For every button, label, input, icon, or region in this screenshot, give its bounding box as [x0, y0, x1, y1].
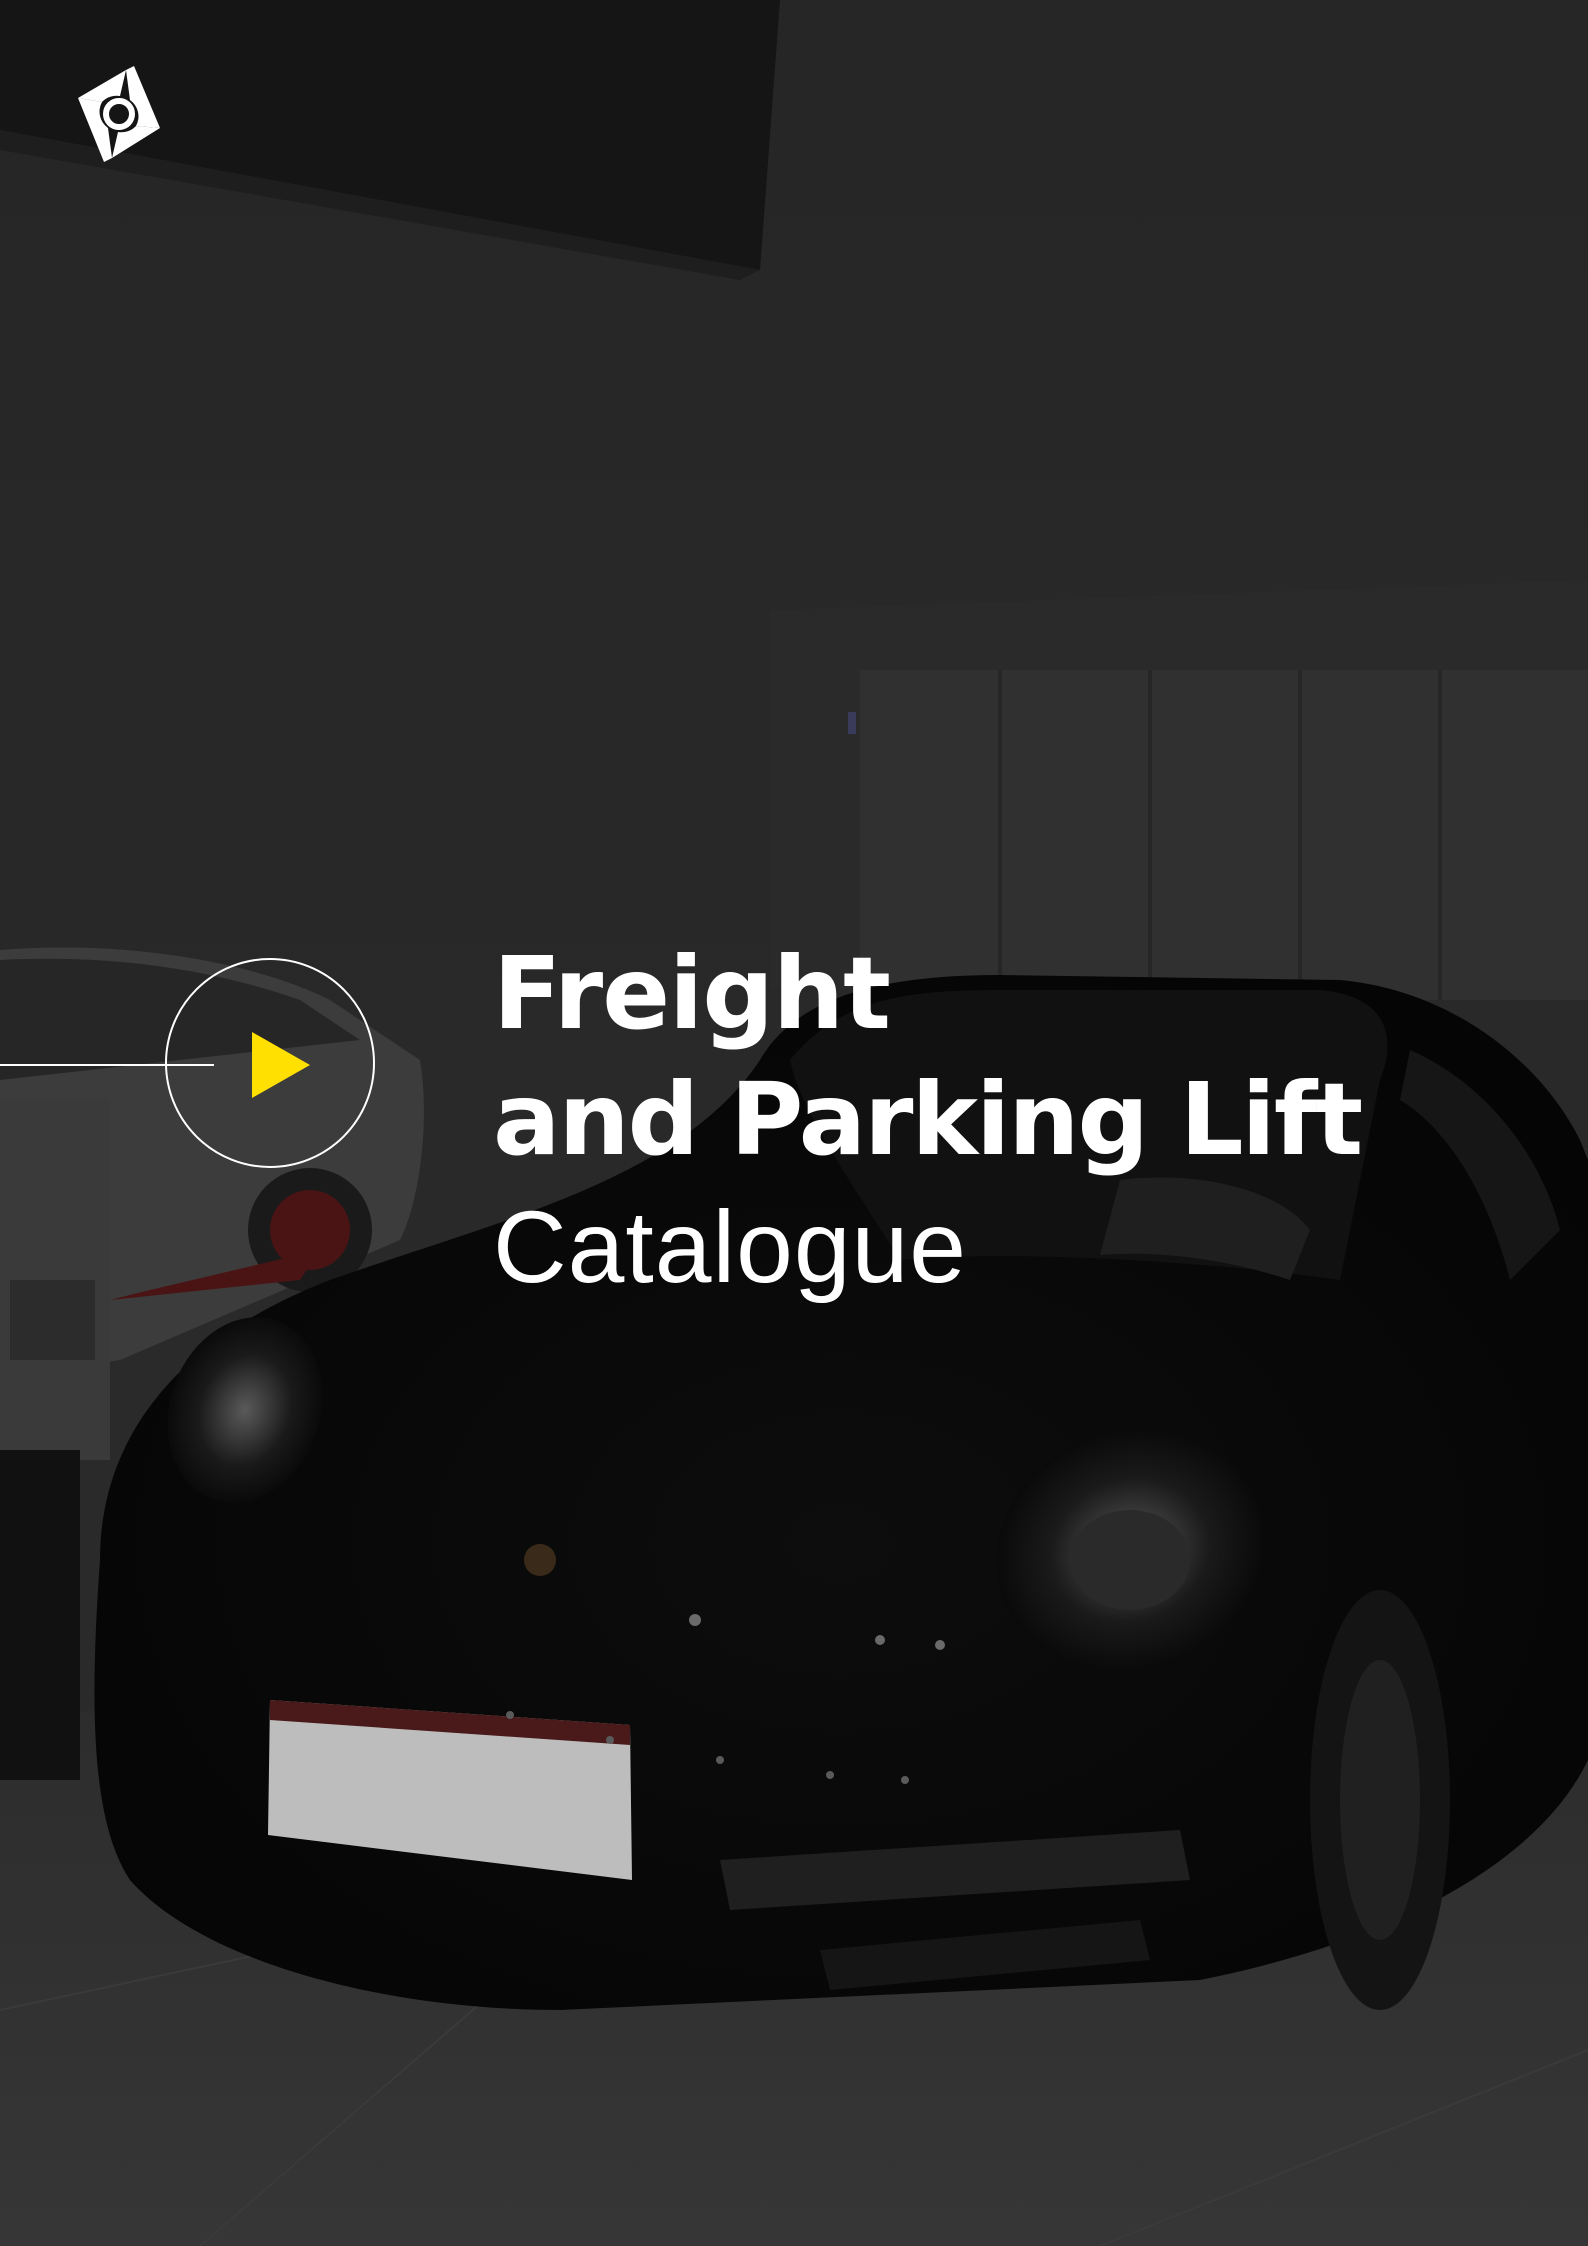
brand-logo-icon[interactable]: [78, 66, 160, 162]
title-line-catalogue: Catalogue: [493, 1190, 968, 1304]
play-icon[interactable]: [252, 1032, 310, 1098]
catalogue-cover: Freight and Parking Lift Catalogue: [0, 0, 1588, 2246]
catalogue-title: Freight and Parking Lift Catalogue: [493, 935, 1363, 1322]
title-line-freight: Freight: [493, 935, 891, 1052]
title-line-parking-lift: and Parking Lift: [493, 1061, 1363, 1178]
